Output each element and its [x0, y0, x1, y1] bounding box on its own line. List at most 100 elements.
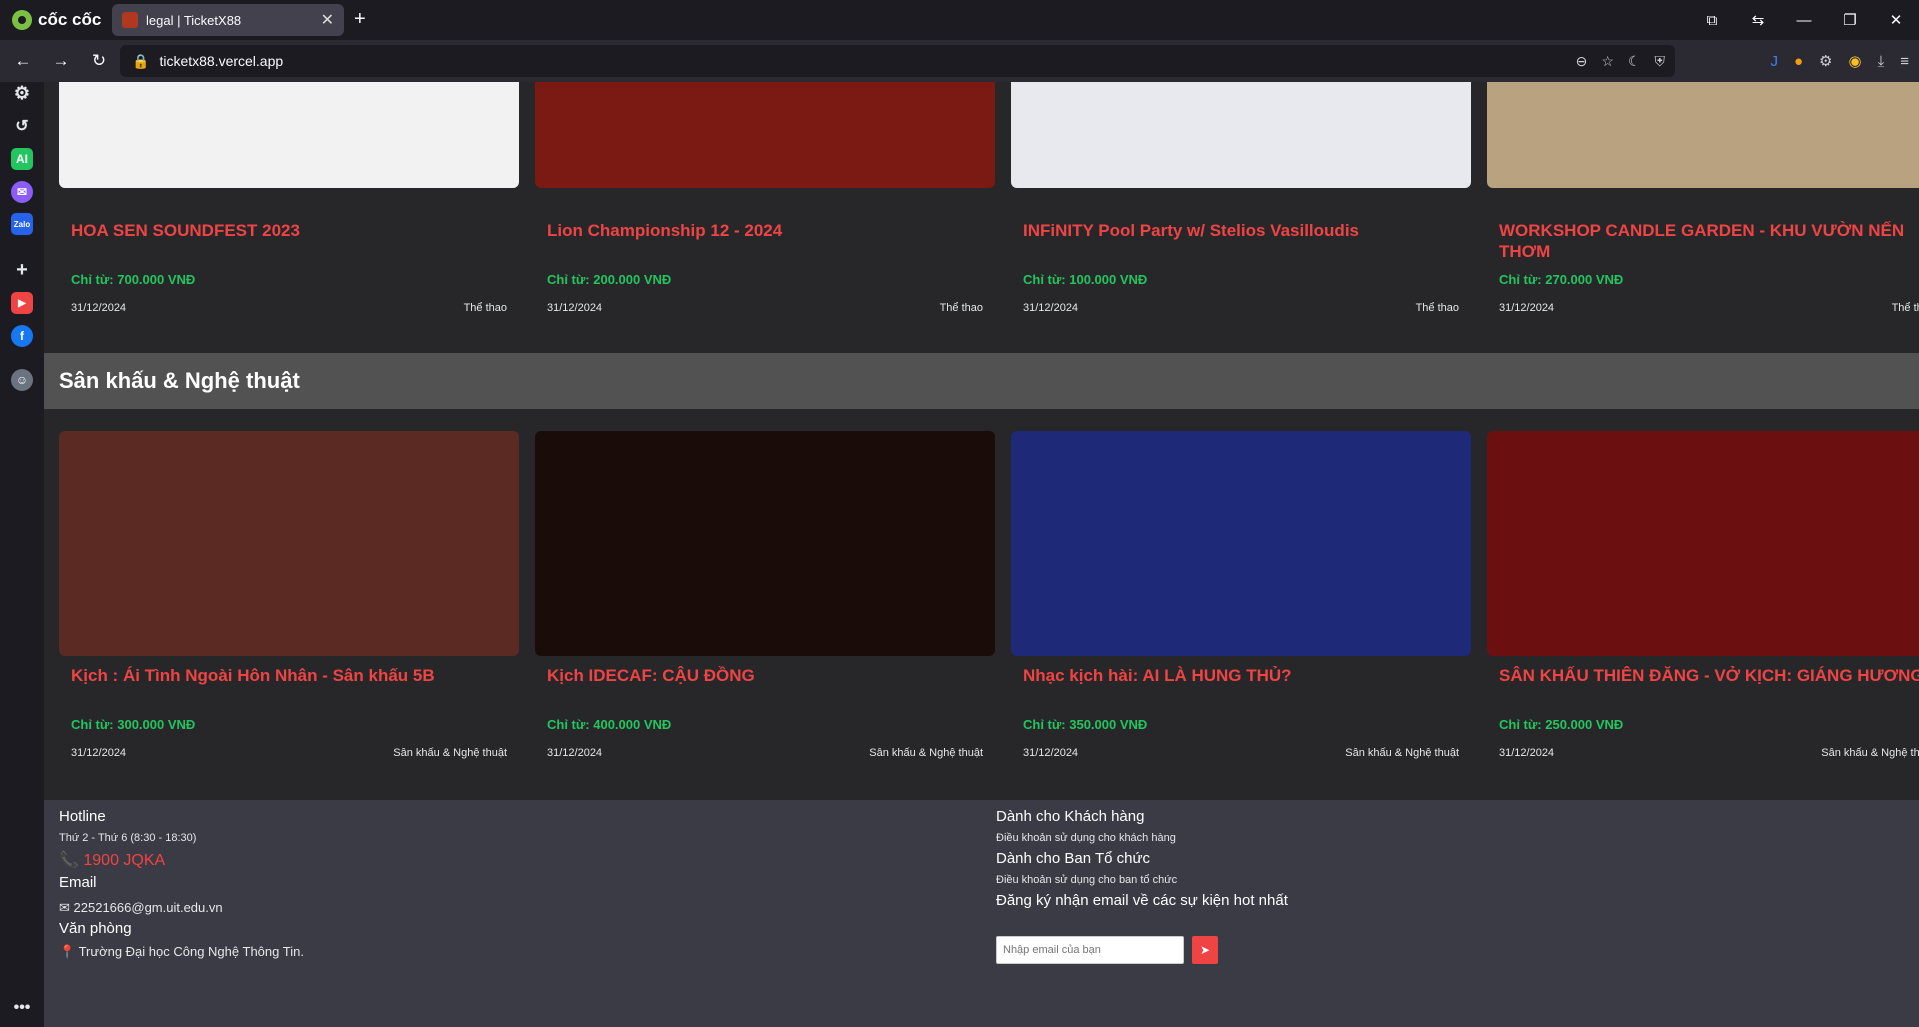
organizer-title: Dành cho Ban Tổ chức	[996, 850, 1151, 867]
event-price: Chỉ từ: 300.000 VNĐ	[71, 717, 196, 732]
add-icon[interactable]: +	[11, 259, 33, 281]
extension-tools: J ● ⚙ ◉ ⤓ ≡	[1770, 40, 1909, 82]
event-image[interactable]	[535, 82, 995, 188]
window-controls: ⧉ ⇆ — ❐ ✕	[1689, 0, 1919, 40]
phone-icon: 📞	[59, 852, 79, 869]
event-price: Chỉ từ: 350.000 VNĐ	[1023, 717, 1148, 732]
shield-icon[interactable]: ⛨	[1655, 53, 1666, 70]
history-icon[interactable]: ↺	[11, 115, 33, 137]
bookmark-star-icon[interactable]: ☆	[1601, 53, 1614, 70]
email-link[interactable]: ✉ 22521666@gm.uit.edu.vn	[59, 900, 223, 916]
event-title[interactable]: Lion Championship 12 - 2024	[547, 220, 987, 241]
event-date: 31/12/2024	[71, 747, 127, 759]
event-category: Thể thao	[463, 302, 507, 314]
cookie-icon[interactable]: ●	[1794, 53, 1803, 70]
event-price: Chỉ từ: 400.000 VNĐ	[547, 717, 672, 732]
profile-avatar[interactable]: ◉	[1849, 52, 1862, 70]
event-image-fill	[535, 431, 995, 656]
zoom-icon[interactable]: ⊖	[1576, 53, 1588, 70]
event-date: 31/12/2024	[1499, 747, 1555, 759]
subscribe-email-input[interactable]	[996, 936, 1184, 964]
event-category: Thể thao	[939, 302, 983, 314]
event-date: 31/12/2024	[1499, 302, 1555, 314]
event-image-fill	[59, 431, 519, 656]
minimize-icon[interactable]: —	[1781, 12, 1827, 29]
event-image-fill	[535, 82, 995, 188]
event-image-fill	[1011, 431, 1471, 656]
active-tab[interactable]: legal | TicketX88 ✕	[112, 4, 344, 36]
event-price: Chỉ từ: 100.000 VNĐ	[1023, 272, 1148, 287]
back-icon[interactable]: ←	[8, 51, 38, 71]
event-date: 31/12/2024	[1023, 302, 1079, 314]
event-image[interactable]	[59, 82, 519, 188]
avatar-icon[interactable]: ☺	[11, 369, 33, 391]
event-image[interactable]	[1011, 431, 1471, 656]
customer-terms-link[interactable]: Điều khoản sử dụng cho khách hàng	[996, 832, 1176, 844]
event-category: Thể thao	[1415, 302, 1459, 314]
lock-icon: 🔒	[132, 52, 150, 69]
hotline-number: 1900 JQKA	[83, 852, 166, 869]
browser-sidebar: ⚙ ↺ AI ✉ Zalo + ▶ f ☺ •••	[0, 82, 44, 1027]
screenshot-icon[interactable]: ⧉	[1689, 12, 1735, 29]
hotline-link[interactable]: 📞 1900 JQKA	[59, 850, 165, 870]
event-date: 31/12/2024	[547, 747, 603, 759]
event-date: 31/12/2024	[547, 302, 603, 314]
event-title[interactable]: Kịch IDECAF: CẬU ĐỒNG	[547, 665, 987, 686]
reload-icon[interactable]: ↻	[84, 51, 114, 71]
facebook-icon[interactable]: f	[11, 325, 33, 347]
event-image-fill	[59, 82, 519, 188]
settings-icon[interactable]: ⚙	[11, 82, 33, 104]
youtube-icon[interactable]: ▶	[11, 292, 33, 314]
download-icon[interactable]: ⤓	[1878, 53, 1885, 70]
event-category: Sân khấu & Nghệ thuật	[1821, 747, 1919, 759]
event-image[interactable]	[1011, 82, 1471, 188]
subscribe-send-button[interactable]: ➤	[1192, 936, 1218, 964]
dark-mode-icon[interactable]: ☾	[1628, 53, 1641, 70]
event-title[interactable]: Kịch : Ái Tình Ngoài Hôn Nhân - Sân khấu…	[71, 665, 511, 686]
subscribe-title: Đăng ký nhận email về các sự kiện hot nh…	[996, 892, 1288, 909]
new-tab-icon[interactable]: +	[354, 8, 366, 31]
organizer-terms-link[interactable]: Điều khoản sử dụng cho ban tổ chức	[996, 874, 1177, 886]
puzzle-icon[interactable]: ⚙	[1819, 52, 1832, 70]
event-image-fill	[1487, 431, 1919, 656]
event-title[interactable]: HOA SEN SOUNDFEST 2023	[71, 220, 511, 241]
event-image[interactable]	[535, 431, 995, 656]
event-category: Sân khấu & Nghệ thuật	[1345, 747, 1459, 759]
ai-icon[interactable]: AI	[11, 148, 33, 170]
forward-icon[interactable]: →	[46, 51, 76, 71]
url-bar[interactable]: 🔒 ticketx88.vercel.app ⊖ ☆ ☾ ⛨	[120, 45, 1675, 77]
event-price: Chỉ từ: 250.000 VNĐ	[1499, 717, 1624, 732]
event-title[interactable]: Nhạc kịch hài: AI LÀ HUNG THỦ?	[1023, 665, 1463, 686]
site-footer: Hotline Thứ 2 - Thứ 6 (8:30 - 18:30) 📞 1…	[44, 800, 1919, 1027]
zalo-icon[interactable]: Zalo	[11, 213, 33, 235]
restore-icon[interactable]: ❐	[1827, 11, 1873, 29]
tab-list-icon[interactable]: ⇆	[1735, 11, 1781, 29]
event-title[interactable]: SÂN KHẤU THIÊN ĐĂNG - VỞ KỊCH: GIÁNG HƯƠ…	[1499, 665, 1919, 686]
brand-name: cốc cốc	[38, 10, 102, 29]
office-value: Trường Đại học Công Nghệ Thông Tin.	[78, 944, 304, 959]
messenger-icon[interactable]: ✉	[11, 181, 33, 203]
office-info: 📍 Trường Đại học Công Nghệ Thông Tin.	[59, 944, 304, 960]
event-category: Sân khấu & Nghệ thuật	[393, 747, 507, 759]
event-category: Thể thao	[1891, 302, 1919, 314]
coccoc-logo-icon	[12, 10, 32, 30]
event-image-fill	[1487, 82, 1919, 188]
close-window-icon[interactable]: ✕	[1873, 11, 1919, 29]
page-content: HOA SEN SOUNDFEST 2023 Chỉ từ: 700.000 V…	[44, 82, 1919, 1027]
extension-j-icon[interactable]: J	[1770, 53, 1778, 70]
browser-brand[interactable]: cốc cốc	[0, 10, 110, 30]
event-image[interactable]	[1487, 431, 1919, 656]
menu-icon[interactable]: ≡	[1900, 53, 1909, 70]
more-icon[interactable]: •••	[11, 997, 33, 1019]
event-title[interactable]: INFiNITY Pool Party w/ Stelios Vasilloud…	[1023, 220, 1463, 241]
location-pin-icon: 📍	[59, 944, 76, 959]
close-tab-icon[interactable]: ✕	[321, 10, 334, 30]
event-date: 31/12/2024	[71, 302, 127, 314]
event-price: Chỉ từ: 270.000 VNĐ	[1499, 272, 1624, 287]
event-image-fill	[1011, 82, 1471, 188]
office-title: Văn phòng	[59, 920, 132, 937]
hotline-title: Hotline	[59, 808, 106, 825]
event-image[interactable]	[59, 431, 519, 656]
event-image[interactable]	[1487, 82, 1919, 188]
event-title[interactable]: WORKSHOP CANDLE GARDEN - KHU VƯỜN NẾN TH…	[1499, 220, 1919, 262]
